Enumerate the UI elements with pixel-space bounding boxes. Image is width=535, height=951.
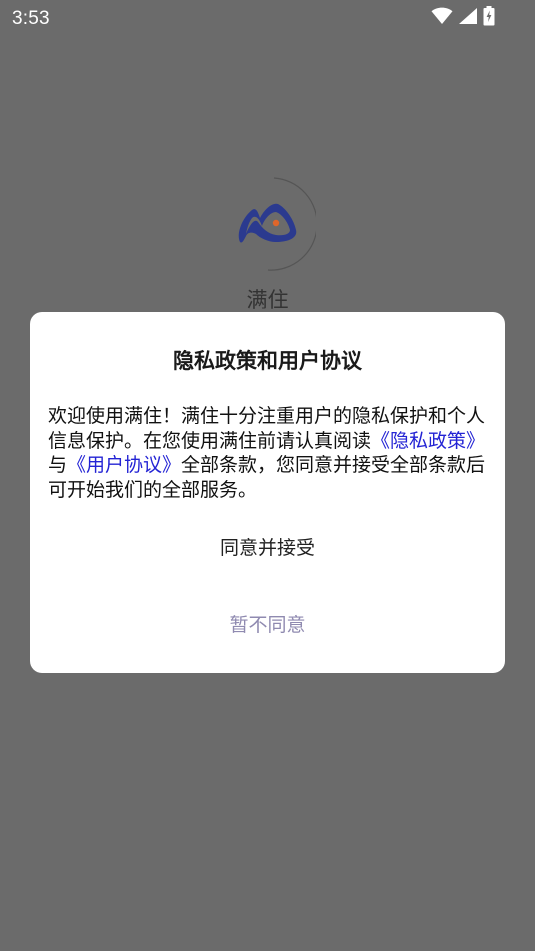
dialog-body: 欢迎使用满住！满住十分注重用户的隐私保护和个人信息保护。在您使用满住前请认真阅读…	[48, 404, 490, 502]
dialog-body-connector: 与	[48, 454, 68, 476]
privacy-dialog: 隐私政策和用户协议 欢迎使用满住！满住十分注重用户的隐私保护和个人信息保护。在您…	[30, 312, 505, 673]
decline-button[interactable]: 暂不同意	[30, 609, 505, 641]
status-time: 3:53	[12, 8, 50, 29]
battery-charging-icon	[483, 6, 495, 30]
wifi-icon	[431, 7, 453, 29]
user-agreement-link[interactable]: 《用户协议》	[67, 454, 181, 476]
status-icons	[431, 6, 495, 30]
status-bar: 3:53	[0, 0, 535, 38]
app-logo-icon	[222, 176, 318, 272]
privacy-policy-link[interactable]: 《隐私政策》	[371, 430, 485, 452]
cellular-signal-icon	[458, 7, 478, 29]
accept-button[interactable]: 同意并接受	[30, 532, 505, 564]
app-name: 满住	[246, 288, 289, 312]
dialog-title: 隐私政策和用户协议	[173, 349, 362, 373]
